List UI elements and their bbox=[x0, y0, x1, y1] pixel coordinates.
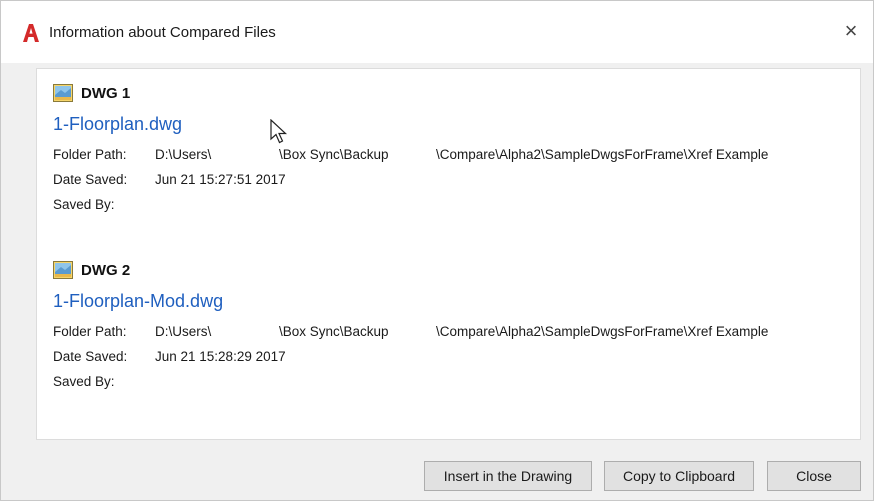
compare-info-dialog: Information about Compared Files × DWG 1… bbox=[0, 0, 874, 501]
title-bar: Information about Compared Files × bbox=[1, 1, 873, 63]
folder-path-segment: \Box Sync\Backup bbox=[279, 324, 389, 339]
dwg2-header: DWG 2 bbox=[53, 259, 768, 281]
folder-path-label: Folder Path: bbox=[53, 147, 127, 162]
dwg1-savedby-row: Saved By: bbox=[53, 192, 768, 217]
copy-to-clipboard-button[interactable]: Copy to Clipboard bbox=[604, 461, 754, 491]
saved-by-label: Saved By: bbox=[53, 197, 115, 212]
saved-by-label: Saved By: bbox=[53, 374, 115, 389]
folder-path-label: Folder Path: bbox=[53, 324, 127, 339]
autocad-a-icon bbox=[23, 24, 39, 42]
date-saved-label: Date Saved: bbox=[53, 172, 128, 187]
mouse-pointer-icon bbox=[270, 119, 288, 144]
folder-path-segment: \Box Sync\Backup bbox=[279, 147, 389, 162]
dwg1-section: DWG 1 1-Floorplan.dwg Folder Path: D:\Us… bbox=[53, 82, 768, 217]
dwg1-heading: DWG 1 bbox=[81, 84, 131, 102]
insert-in-drawing-button[interactable]: Insert in the Drawing bbox=[424, 461, 592, 491]
file-info-panel: DWG 1 1-Floorplan.dwg Folder Path: D:\Us… bbox=[36, 68, 861, 440]
dwg2-folder-row: Folder Path: D:\Users\ \Box Sync\Backup … bbox=[53, 319, 768, 344]
dwg-file-icon bbox=[53, 261, 73, 279]
dwg2-heading: DWG 2 bbox=[81, 261, 131, 279]
close-button[interactable]: Close bbox=[767, 461, 861, 491]
folder-path-segment: \Compare\Alpha2\SampleDwgsForFrame\Xref … bbox=[436, 147, 769, 162]
dwg-file-icon bbox=[53, 84, 73, 102]
close-icon[interactable]: × bbox=[841, 20, 861, 42]
dwg1-file-link[interactable]: 1-Floorplan.dwg bbox=[53, 114, 182, 135]
dwg2-savedby-row: Saved By: bbox=[53, 369, 768, 394]
dwg2-section: DWG 2 1-Floorplan-Mod.dwg Folder Path: D… bbox=[53, 259, 768, 394]
folder-path-segment: D:\Users\ bbox=[155, 147, 212, 162]
date-saved-label: Date Saved: bbox=[53, 349, 128, 364]
folder-path-segment: D:\Users\ bbox=[155, 324, 212, 339]
folder-path-segment: \Compare\Alpha2\SampleDwgsForFrame\Xref … bbox=[436, 324, 769, 339]
date-saved-value: Jun 21 15:28:29 2017 bbox=[155, 349, 286, 364]
dwg1-date-row: Date Saved: Jun 21 15:27:51 2017 bbox=[53, 167, 768, 192]
dwg1-header: DWG 1 bbox=[53, 82, 768, 104]
dwg1-folder-row: Folder Path: D:\Users\ \Box Sync\Backup … bbox=[53, 142, 768, 167]
dwg2-file-link[interactable]: 1-Floorplan-Mod.dwg bbox=[53, 291, 223, 312]
date-saved-value: Jun 21 15:27:51 2017 bbox=[155, 172, 286, 187]
dwg2-date-row: Date Saved: Jun 21 15:28:29 2017 bbox=[53, 344, 768, 369]
dialog-title: Information about Compared Files bbox=[49, 24, 276, 41]
